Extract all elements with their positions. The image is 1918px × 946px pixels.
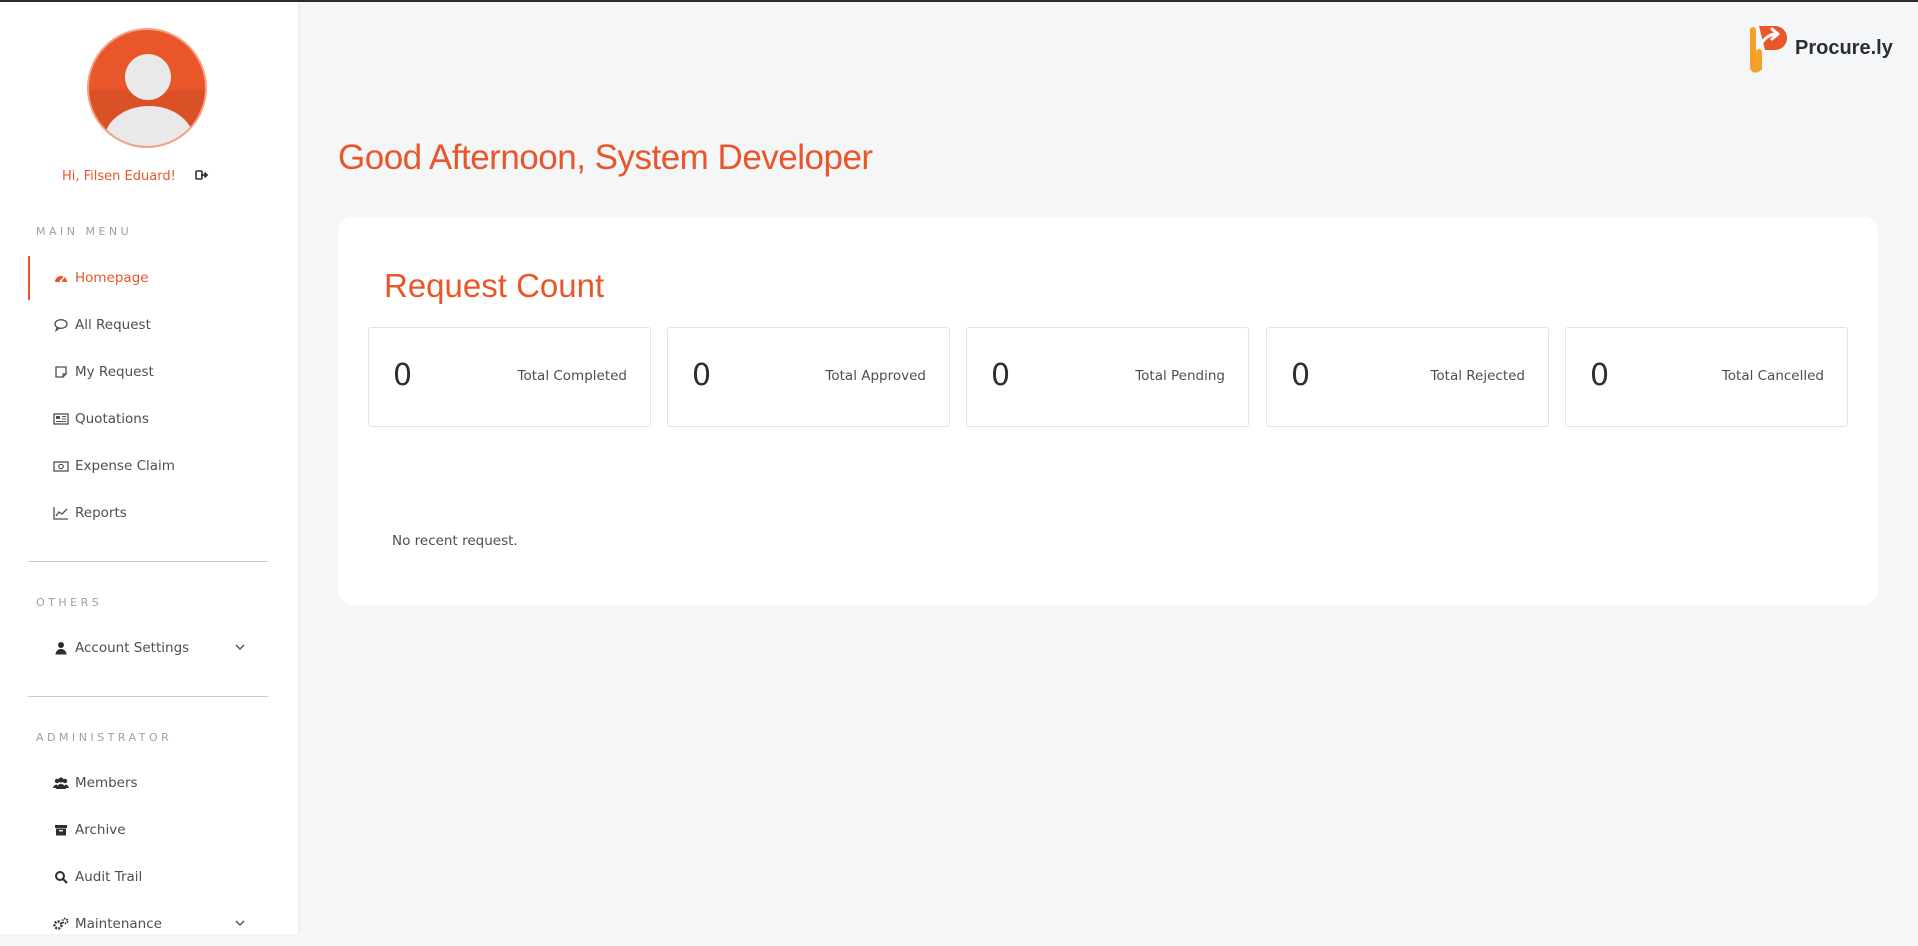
stat-label: Total Rejected — [1430, 368, 1525, 384]
dashboard-icon — [53, 270, 69, 286]
sidebar-item-label: Homepage — [75, 270, 149, 286]
stat-label: Total Approved — [825, 368, 926, 384]
sidebar-item-label: Expense Claim — [75, 458, 175, 474]
sidebar-item-reports[interactable]: Reports — [28, 491, 268, 535]
sidebar-item-label: My Request — [75, 364, 154, 380]
sidebar-item-label: Account Settings — [75, 640, 190, 656]
chevron-down-icon[interactable] — [234, 917, 246, 929]
sidebar-item-archive[interactable]: Archive — [28, 808, 268, 852]
money-bill-icon — [53, 458, 69, 474]
chevron-down-icon[interactable] — [234, 641, 246, 653]
archive-icon — [53, 822, 69, 838]
stat-value: 0 — [692, 358, 712, 393]
main-menu-label: MAIN MENU — [36, 225, 133, 238]
sidebar-item-all-request[interactable]: All Request — [28, 303, 268, 347]
sidebar-item-label: Archive — [75, 822, 126, 838]
user-avatar-icon[interactable] — [87, 28, 207, 148]
sidebar-item-label: All Request — [75, 317, 151, 333]
sidebar: Hi, Filsen Eduard! MAIN MENU Homepage Al… — [0, 2, 298, 934]
stat-card-pending[interactable]: 0 Total Pending — [966, 327, 1249, 427]
sidebar-item-label: Members — [75, 775, 138, 791]
sidebar-item-maintenance[interactable]: Maintenance — [28, 902, 268, 946]
sidebar-item-account-settings[interactable]: Account Settings — [28, 626, 268, 670]
stat-card-cancelled[interactable]: 0 Total Cancelled — [1565, 327, 1848, 427]
logout-icon[interactable] — [195, 168, 209, 182]
line-chart-icon — [53, 505, 69, 521]
others-label: OTHERS — [36, 596, 103, 609]
divider — [28, 696, 268, 697]
sidebar-item-label: Quotations — [75, 411, 149, 427]
stat-label: Total Pending — [1135, 368, 1225, 384]
stat-card-approved[interactable]: 0 Total Approved — [667, 327, 950, 427]
app-name: Procure.ly — [1795, 36, 1893, 59]
stat-label: Total Cancelled — [1721, 368, 1824, 384]
note-icon — [53, 364, 69, 380]
stat-value: 0 — [1291, 358, 1311, 393]
sidebar-item-expense-claim[interactable]: Expense Claim — [28, 444, 268, 488]
user-greeting: Hi, Filsen Eduard! — [62, 169, 176, 184]
stat-card-rejected[interactable]: 0 Total Rejected — [1266, 327, 1549, 427]
page-title: Good Afternoon, System Developer — [338, 138, 873, 177]
sidebar-item-homepage[interactable]: Homepage — [28, 256, 268, 300]
sidebar-item-audit-trail[interactable]: Audit Trail — [28, 855, 268, 899]
sidebar-item-my-request[interactable]: My Request — [28, 350, 268, 394]
app-logo[interactable]: Procure.ly — [1745, 22, 1893, 74]
stat-label: Total Completed — [517, 368, 627, 384]
search-icon — [53, 869, 69, 885]
sidebar-item-label: Maintenance — [75, 916, 162, 932]
user-icon — [53, 640, 69, 656]
gears-icon — [53, 916, 69, 932]
sidebar-item-label: Audit Trail — [75, 869, 143, 885]
administrator-label: ADMINISTRATOR — [36, 731, 173, 744]
stat-value: 0 — [393, 358, 413, 393]
sidebar-item-members[interactable]: Members — [28, 761, 268, 805]
divider — [28, 561, 268, 562]
stat-card-completed[interactable]: 0 Total Completed — [368, 327, 651, 427]
panel-title: Request Count — [384, 267, 605, 304]
sidebar-item-label: Reports — [75, 505, 127, 521]
sidebar-item-quotations[interactable]: Quotations — [28, 397, 268, 441]
stat-value: 0 — [991, 358, 1011, 393]
users-icon — [53, 775, 69, 791]
stat-value: 0 — [1590, 358, 1610, 393]
procurely-logo-icon — [1750, 26, 1787, 73]
request-count-panel: Request Count 0 Total Completed 0 Total … — [338, 217, 1878, 605]
empty-state-message: No recent request. — [392, 533, 518, 549]
chat-bubble-icon — [53, 317, 69, 333]
newspaper-icon — [53, 411, 69, 427]
